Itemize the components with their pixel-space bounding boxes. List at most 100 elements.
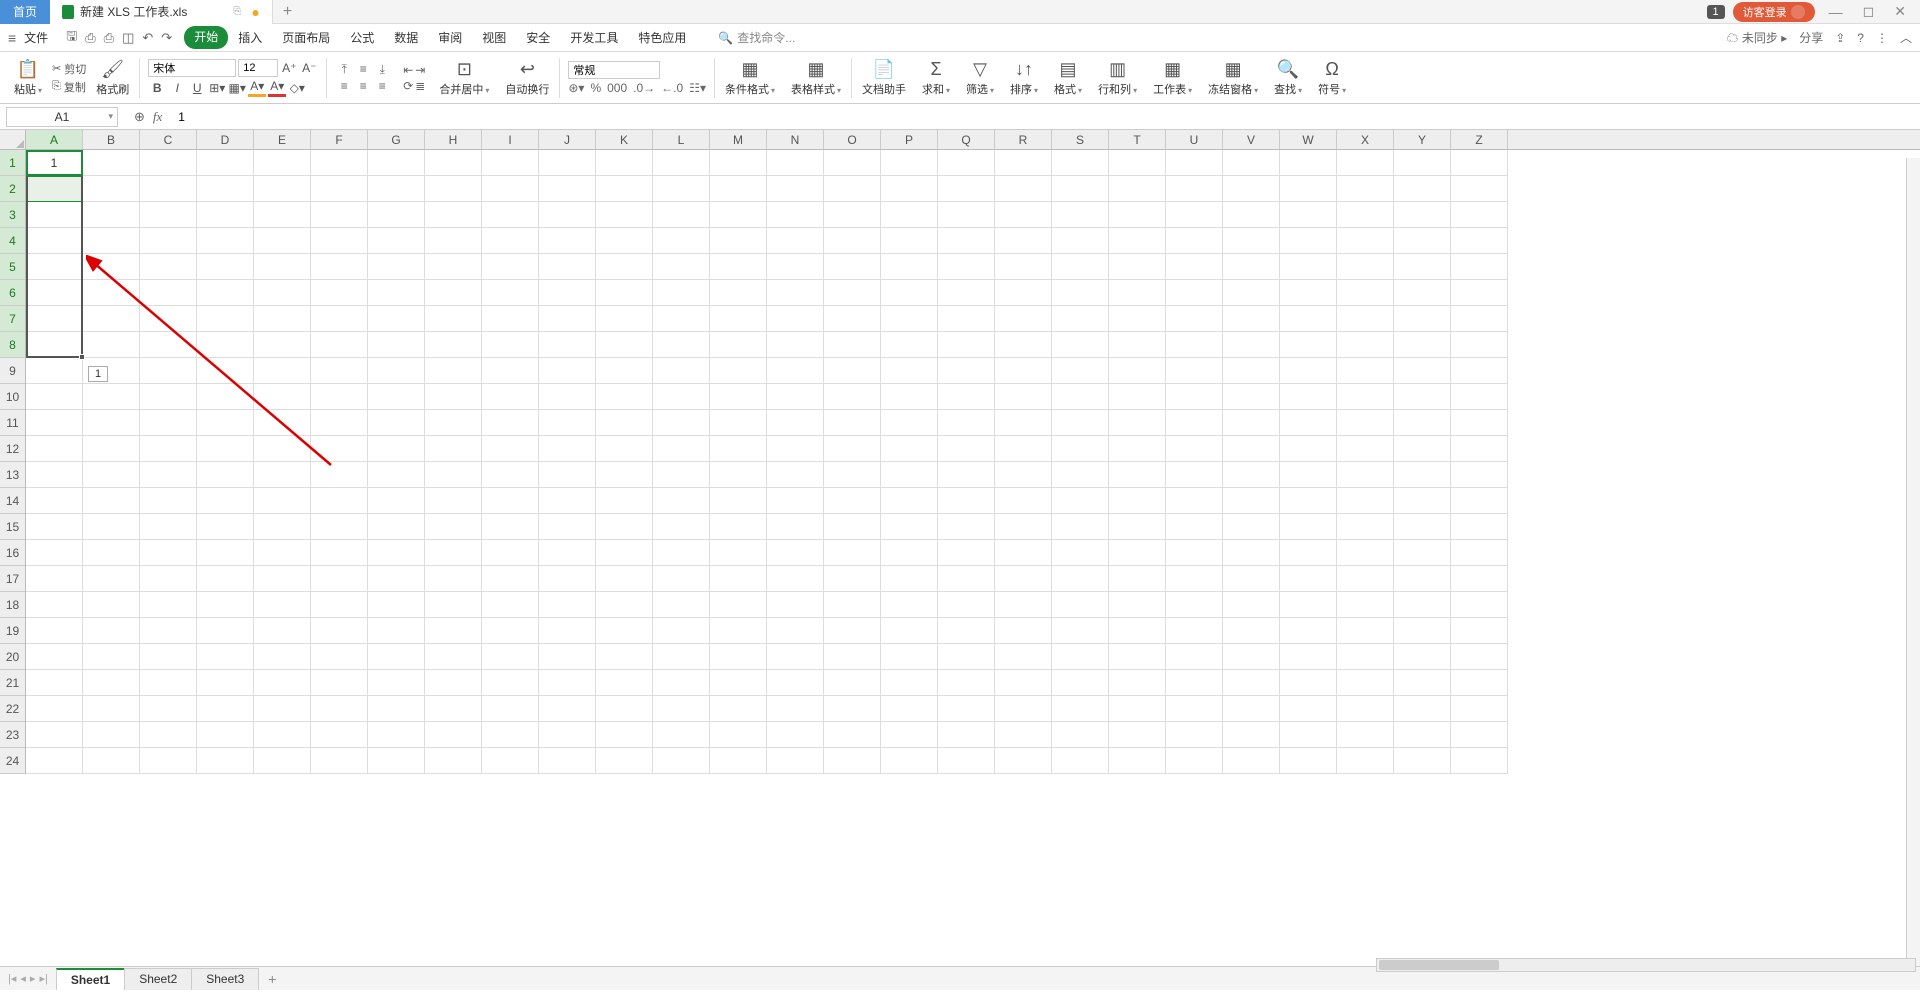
cell[interactable] bbox=[824, 358, 881, 384]
cell[interactable] bbox=[140, 748, 197, 774]
cell[interactable] bbox=[1109, 696, 1166, 722]
cell[interactable] bbox=[1451, 488, 1508, 514]
cell[interactable] bbox=[1109, 384, 1166, 410]
export-icon[interactable]: ◫ bbox=[122, 30, 134, 46]
cell[interactable] bbox=[254, 176, 311, 202]
cell[interactable] bbox=[482, 696, 539, 722]
cell[interactable] bbox=[311, 150, 368, 176]
cell[interactable] bbox=[425, 514, 482, 540]
cell[interactable] bbox=[140, 410, 197, 436]
cell[interactable] bbox=[1280, 228, 1337, 254]
cell[interactable] bbox=[311, 644, 368, 670]
cell[interactable] bbox=[1109, 540, 1166, 566]
cell[interactable] bbox=[482, 618, 539, 644]
row-header[interactable]: 13 bbox=[0, 462, 25, 488]
cell[interactable] bbox=[1223, 592, 1280, 618]
cell[interactable] bbox=[1394, 150, 1451, 176]
cell[interactable] bbox=[83, 280, 140, 306]
cell[interactable] bbox=[482, 150, 539, 176]
cell[interactable] bbox=[368, 722, 425, 748]
cell[interactable] bbox=[1280, 332, 1337, 358]
cell[interactable] bbox=[482, 384, 539, 410]
scroll-thumb[interactable] bbox=[1379, 960, 1499, 970]
cell[interactable] bbox=[539, 436, 596, 462]
cell[interactable] bbox=[995, 748, 1052, 774]
cell[interactable] bbox=[881, 540, 938, 566]
cell[interactable] bbox=[767, 150, 824, 176]
cell[interactable] bbox=[1337, 358, 1394, 384]
cell[interactable] bbox=[1280, 462, 1337, 488]
cell[interactable] bbox=[1394, 254, 1451, 280]
add-sheet-button[interactable]: + bbox=[258, 971, 286, 987]
cell[interactable] bbox=[596, 202, 653, 228]
cell[interactable] bbox=[1451, 150, 1508, 176]
zoom-icon[interactable]: ⊕ bbox=[134, 109, 145, 125]
new-tab-button[interactable]: + bbox=[273, 0, 302, 24]
comma-icon[interactable]: 000 bbox=[607, 81, 627, 95]
cell[interactable] bbox=[311, 280, 368, 306]
cell[interactable] bbox=[140, 254, 197, 280]
cell[interactable] bbox=[1451, 410, 1508, 436]
cell[interactable] bbox=[368, 202, 425, 228]
cell[interactable] bbox=[197, 488, 254, 514]
cell[interactable] bbox=[938, 436, 995, 462]
cell[interactable] bbox=[1109, 644, 1166, 670]
cell[interactable] bbox=[140, 176, 197, 202]
cell[interactable] bbox=[1337, 410, 1394, 436]
cell[interactable] bbox=[1394, 540, 1451, 566]
cell[interactable] bbox=[311, 696, 368, 722]
sheet-tab[interactable]: Sheet2 bbox=[124, 968, 192, 990]
cell[interactable] bbox=[197, 228, 254, 254]
cell[interactable] bbox=[26, 540, 83, 566]
cell[interactable] bbox=[653, 306, 710, 332]
cell[interactable] bbox=[368, 748, 425, 774]
cell[interactable] bbox=[1223, 722, 1280, 748]
cell[interactable] bbox=[1337, 748, 1394, 774]
horizontal-scrollbar[interactable] bbox=[1376, 958, 1916, 972]
cell[interactable] bbox=[83, 514, 140, 540]
cell[interactable] bbox=[539, 462, 596, 488]
cell[interactable] bbox=[1109, 488, 1166, 514]
cell[interactable] bbox=[311, 384, 368, 410]
font-size-input[interactable] bbox=[238, 59, 278, 77]
cell[interactable] bbox=[1052, 306, 1109, 332]
cell[interactable] bbox=[1337, 228, 1394, 254]
row-header[interactable]: 19 bbox=[0, 618, 25, 644]
cell[interactable] bbox=[311, 748, 368, 774]
cell[interactable] bbox=[767, 436, 824, 462]
cell[interactable] bbox=[26, 202, 83, 228]
cell[interactable] bbox=[197, 566, 254, 592]
cell[interactable] bbox=[197, 150, 254, 176]
cell[interactable] bbox=[425, 254, 482, 280]
maximize-button[interactable]: ◻ bbox=[1857, 3, 1881, 20]
cell[interactable] bbox=[482, 176, 539, 202]
cell[interactable] bbox=[1280, 410, 1337, 436]
cell[interactable] bbox=[1280, 488, 1337, 514]
cell[interactable] bbox=[140, 670, 197, 696]
cell[interactable] bbox=[83, 748, 140, 774]
cell[interactable] bbox=[140, 462, 197, 488]
cell[interactable] bbox=[254, 384, 311, 410]
cell[interactable] bbox=[1337, 566, 1394, 592]
cell[interactable] bbox=[1109, 618, 1166, 644]
cell[interactable] bbox=[539, 748, 596, 774]
cell[interactable] bbox=[938, 618, 995, 644]
cell[interactable] bbox=[596, 332, 653, 358]
cell[interactable] bbox=[254, 202, 311, 228]
cell[interactable] bbox=[1223, 540, 1280, 566]
cell[interactable] bbox=[83, 384, 140, 410]
cell[interactable] bbox=[1280, 618, 1337, 644]
cell[interactable] bbox=[995, 306, 1052, 332]
cell[interactable] bbox=[710, 722, 767, 748]
cell[interactable] bbox=[368, 176, 425, 202]
cell[interactable] bbox=[311, 202, 368, 228]
cell[interactable] bbox=[824, 696, 881, 722]
cell[interactable] bbox=[482, 722, 539, 748]
cell[interactable] bbox=[596, 306, 653, 332]
cell[interactable] bbox=[1451, 202, 1508, 228]
cell[interactable] bbox=[1394, 410, 1451, 436]
cell[interactable] bbox=[539, 670, 596, 696]
cell[interactable] bbox=[368, 670, 425, 696]
cell[interactable] bbox=[368, 462, 425, 488]
cell[interactable] bbox=[425, 540, 482, 566]
